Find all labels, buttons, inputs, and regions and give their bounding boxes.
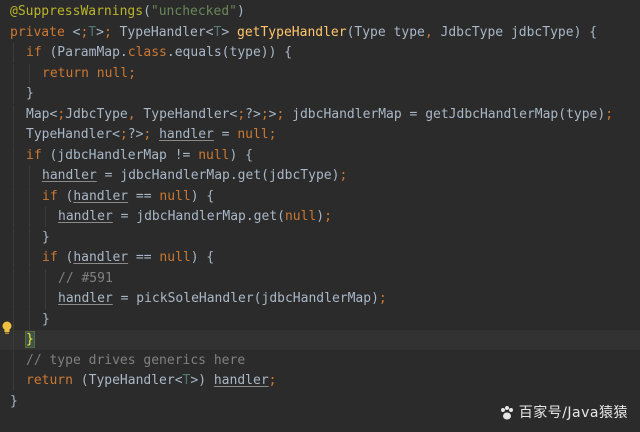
code-line[interactable]: Map<;JdbcType, TypeHandler<;?>;>; jdbcHa…: [0, 104, 640, 125]
code-line[interactable]: if (handler == null) {: [0, 186, 640, 207]
code-line[interactable]: // type drives generics here: [0, 350, 640, 371]
code-line[interactable]: }: [0, 309, 640, 330]
code-line[interactable]: }: [0, 330, 640, 350]
code-line-text: }: [10, 309, 50, 330]
code-line-text: if (handler == null) {: [10, 248, 214, 268]
code-line[interactable]: if (jdbcHandlerMap != null) {: [0, 145, 640, 166]
code-line-text: }: [10, 227, 50, 248]
code-line-text: }: [10, 330, 35, 350]
code-line[interactable]: // #591: [0, 268, 640, 289]
code-line-text: handler = jdbcHandlerMap.get(null);: [10, 207, 332, 227]
code-line[interactable]: }: [0, 227, 640, 248]
code-line-text: @SuppressWarnings("unchecked"): [10, 4, 245, 19]
code-line[interactable]: TypeHandler<;?>; handler = null;: [0, 125, 640, 145]
code-line-text: private <;T>; TypeHandler<T> getTypeHand…: [10, 24, 598, 40]
code-line[interactable]: handler = jdbcHandlerMap.get(jdbcType);: [0, 166, 640, 186]
code-line-text: return null;: [10, 63, 136, 84]
code-line[interactable]: return (TypeHandler<T>) handler;: [0, 371, 640, 391]
code-line[interactable]: }: [0, 84, 640, 104]
lightbulb-icon[interactable]: [1, 321, 13, 335]
code-line-text: if (ParamMap.class.equals(type)) {: [10, 43, 292, 63]
code-line-text: }: [10, 393, 18, 409]
code-line-text: // type drives generics here: [10, 350, 245, 371]
code-line-text: return (TypeHandler<T>) handler;: [10, 371, 276, 391]
code-line[interactable]: private <;T>; TypeHandler<T> getTypeHand…: [0, 23, 640, 43]
code-line[interactable]: handler = pickSoleHandler(jdbcHandlerMap…: [0, 289, 640, 309]
watermark-text: 百家号/Java猿猿: [518, 405, 628, 421]
code-line-text: }: [10, 84, 34, 104]
code-line-text: TypeHandler<;?>; handler = null;: [10, 125, 276, 145]
code-line-text: if (handler == null) {: [10, 186, 214, 207]
code-line-text: // #591: [10, 268, 113, 289]
watermark: 百家号/Java猿猿: [499, 402, 628, 422]
code-line-text: Map<;JdbcType, TypeHandler<;?>;>; jdbcHa…: [10, 104, 613, 125]
code-line-text: handler = pickSoleHandler(jdbcHandlerMap…: [10, 289, 387, 309]
paw-icon: [500, 406, 513, 420]
code-line[interactable]: handler = jdbcHandlerMap.get(null);: [0, 207, 640, 227]
code-line-text: handler = jdbcHandlerMap.get(jdbcType);: [10, 166, 347, 186]
code-line[interactable]: if (handler == null) {: [0, 248, 640, 268]
code-line[interactable]: if (ParamMap.class.equals(type)) {: [0, 43, 640, 63]
code-line[interactable]: return null;: [0, 63, 640, 84]
code-line-text: if (jdbcHandlerMap != null) {: [10, 145, 253, 166]
code-editor[interactable]: @SuppressWarnings("unchecked") private <;…: [0, 0, 640, 432]
code-line[interactable]: @SuppressWarnings("unchecked"): [0, 2, 640, 22]
